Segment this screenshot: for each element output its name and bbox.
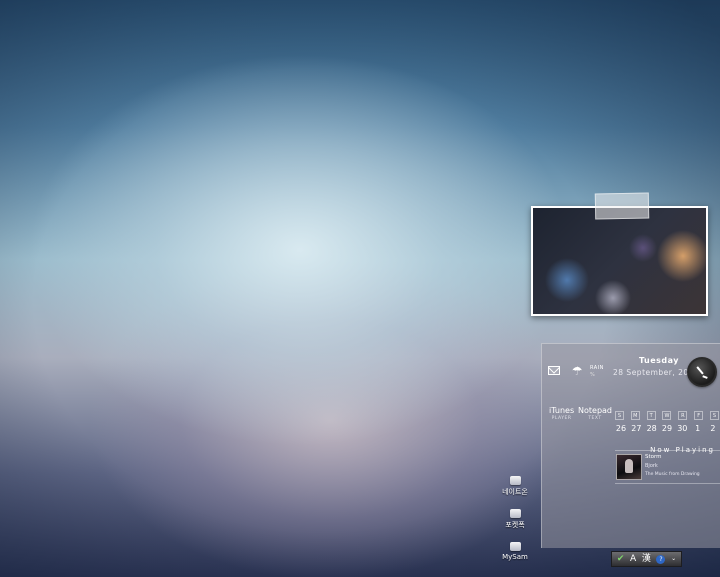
app-shortcut-itunes[interactable]: iTunes PLAYER [549,406,574,421]
day-label: Tuesday [638,356,679,365]
ime-options-chevron-icon[interactable]: ⌄ [671,552,676,566]
tape-decoration [594,192,650,220]
calendar-day[interactable]: 28 [646,424,658,433]
analog-clock [687,357,717,387]
ime-mode-button[interactable]: A [630,552,636,566]
desktop-icon-pocketpok[interactable]: 포켓폭 [495,509,535,530]
weekday-header: S [615,411,624,420]
weather-umbrella-icon: ☂ [571,364,583,378]
calendar-weekday-headers: S M T W R F S [615,411,719,420]
weekday-header: S [709,411,719,420]
calendar-week-days: 26 27 28 29 30 1 2 [615,424,719,433]
desktop-icon-mysam[interactable]: MySam [495,542,535,561]
ime-hanja-button[interactable]: 漢 [642,552,651,566]
track-artist: Bjork [645,463,658,469]
ime-help-icon[interactable]: ? [656,554,666,564]
ime-status-check-icon[interactable]: ✔ [617,552,625,566]
weekday-header: F [694,411,704,420]
clock-hour-hand [702,375,708,379]
app-icon [509,542,521,551]
calendar-day[interactable]: 27 [630,424,642,433]
photo-image [533,208,706,314]
side-info-panel: ☂ RAIN % Tuesday 28 September, 2010 iTun… [541,343,720,548]
desktop-icon-label: 포켓폭 [505,521,525,529]
track-title: Storm [645,454,662,460]
app-subtitle: PLAYER [551,416,572,421]
app-name: iTunes [549,406,575,415]
app-name: Notepad [578,406,612,415]
app-shortcut-notepad[interactable]: Notepad TEXT [578,406,612,421]
weekday-header: M [630,411,640,420]
calendar-day[interactable]: 1 [692,424,704,433]
mail-icon[interactable] [548,366,560,375]
photo-frame-widget[interactable] [531,206,708,316]
calendar-widget: S M T W R F S 26 27 28 29 30 1 2 [615,411,719,433]
track-album: The Music from Drawing [645,472,700,477]
weather-label: RAIN [590,365,604,371]
now-playing-divider [615,450,720,451]
app-icon [509,509,521,518]
ime-language-bar[interactable]: ✔ A 漢 ? ⌄ [611,551,682,567]
now-playing-bottom-divider [615,483,720,484]
weekday-header: T [646,411,656,420]
desktop-icon-nateon[interactable]: 네이트온 [495,476,535,497]
calendar-day[interactable]: 2 [707,424,719,433]
weekday-header: R [678,411,688,420]
clock-minute-hand [696,366,704,375]
calendar-day[interactable]: 29 [661,424,673,433]
app-subtitle: TEXT [588,416,602,421]
desktop-icon-label: MySam [502,553,528,561]
desktop-icon-label: 네이트온 [502,488,528,496]
weather-percentage: % [590,372,595,378]
calendar-day[interactable]: 26 [615,424,627,433]
app-icon [509,476,521,485]
album-art[interactable] [616,454,642,480]
calendar-day[interactable]: 30 [676,424,688,433]
weekday-header: W [662,411,672,420]
